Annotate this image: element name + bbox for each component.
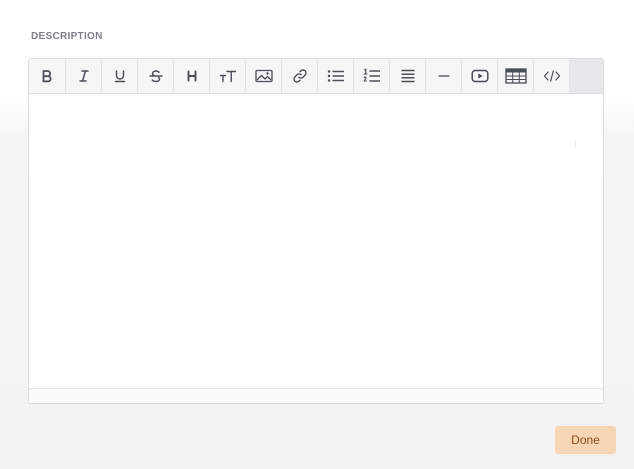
- strikethrough-button[interactable]: [138, 59, 174, 93]
- horizontal-rule-button[interactable]: [426, 59, 462, 93]
- heading-button[interactable]: [174, 59, 210, 93]
- insert-table-button[interactable]: [498, 59, 534, 93]
- underline-button[interactable]: [102, 59, 138, 93]
- bold-icon: [40, 69, 54, 83]
- image-icon: [254, 69, 273, 83]
- insert-link-button[interactable]: [282, 59, 318, 93]
- video-icon: [470, 69, 489, 83]
- bulleted-list-button[interactable]: [318, 59, 354, 93]
- rich-text-editor: [28, 58, 604, 404]
- editor-status-bar: [29, 388, 603, 403]
- heading-icon: [185, 69, 199, 83]
- font-size-icon: [219, 69, 237, 83]
- bulleted-list-icon: [327, 69, 345, 83]
- bold-button[interactable]: [29, 59, 66, 93]
- link-icon: [292, 68, 308, 84]
- strikethrough-icon: [148, 69, 164, 83]
- horizontal-rule-icon: [437, 69, 451, 83]
- insert-image-button[interactable]: [246, 59, 282, 93]
- description-content-area[interactable]: [29, 94, 603, 388]
- underline-icon: [113, 69, 127, 83]
- italic-icon: [77, 69, 91, 83]
- table-icon: [504, 68, 527, 84]
- align-button[interactable]: [390, 59, 426, 93]
- done-button[interactable]: Done: [555, 426, 616, 454]
- toolbar-spacer: [570, 59, 603, 93]
- description-dialog: DESCRIPTION Done: [0, 0, 634, 469]
- editor-toolbar: [29, 59, 603, 94]
- insert-video-button[interactable]: [462, 59, 498, 93]
- numbered-list-button[interactable]: [354, 59, 390, 93]
- numbered-list-icon: [362, 68, 381, 84]
- italic-button[interactable]: [66, 59, 102, 93]
- scroll-indicator: [575, 141, 576, 147]
- align-justify-icon: [400, 69, 416, 83]
- code-icon: [543, 69, 561, 83]
- description-label: DESCRIPTION: [31, 31, 103, 42]
- code-view-button[interactable]: [534, 59, 570, 93]
- font-size-button[interactable]: [210, 59, 246, 93]
